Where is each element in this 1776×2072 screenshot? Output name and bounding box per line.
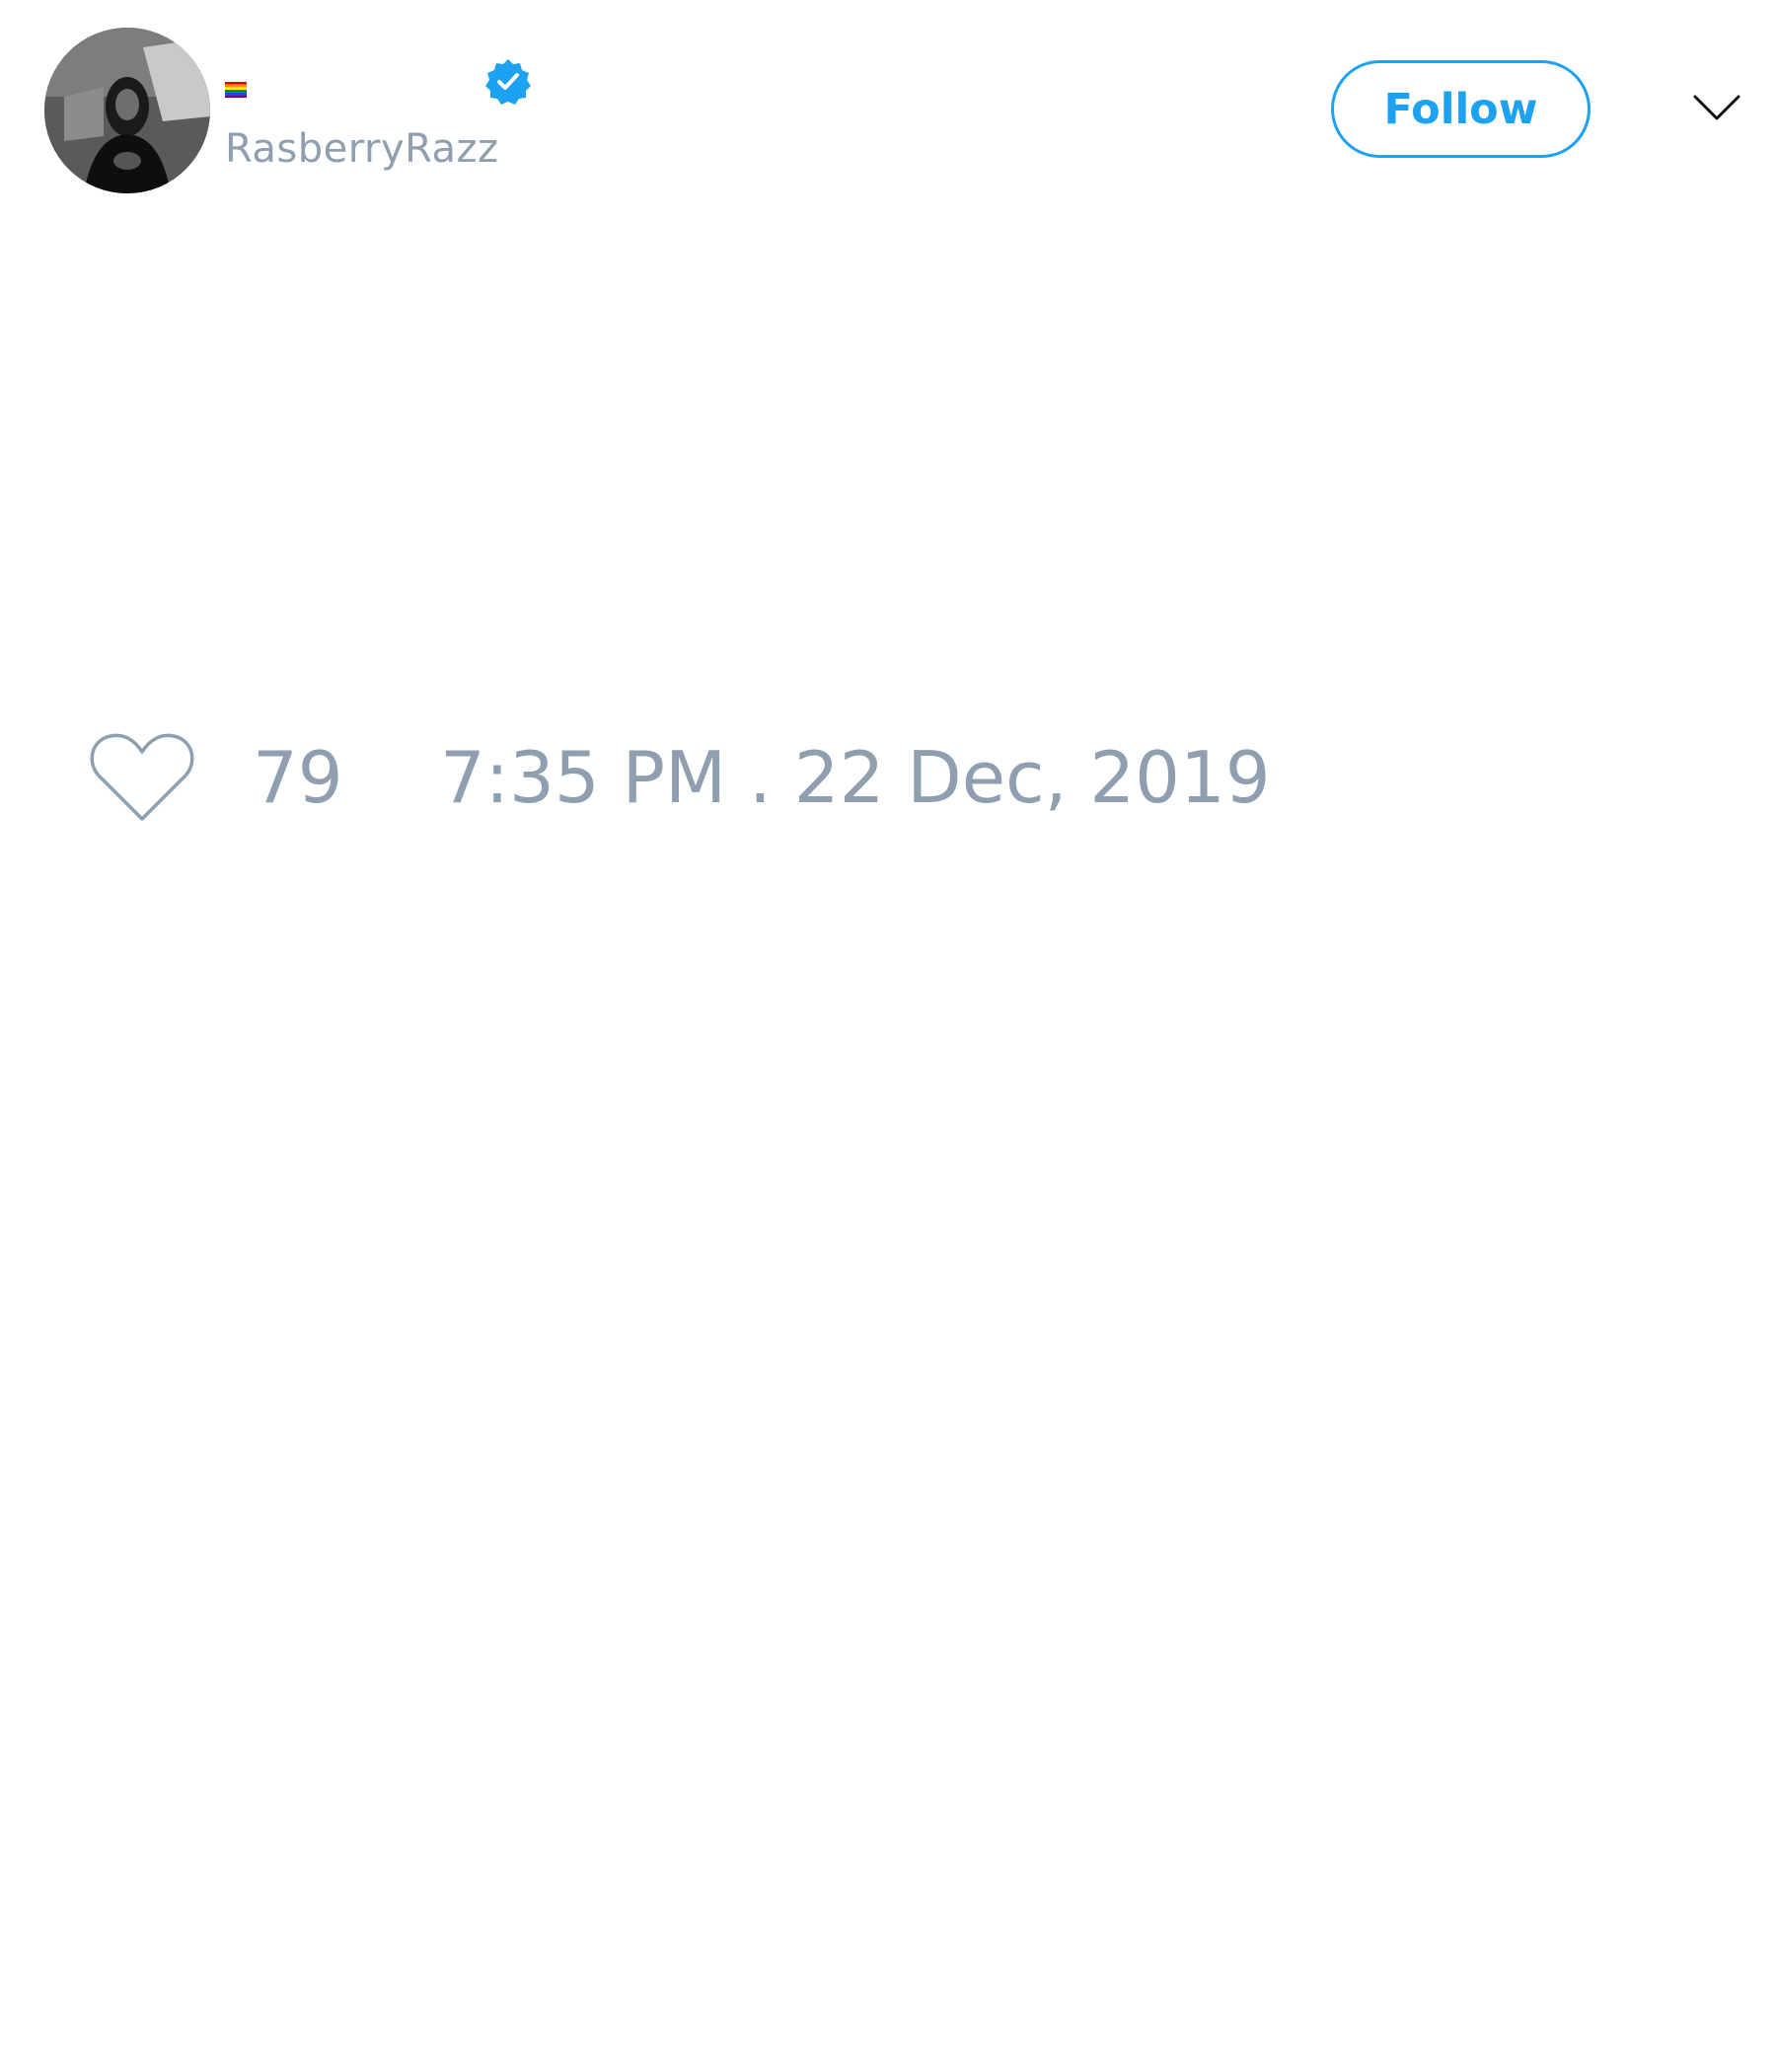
- tweet-header: RasberryRazz Follow: [0, 0, 1776, 217]
- avatar-photo: [44, 28, 210, 193]
- verified-badge-icon: [485, 59, 531, 105]
- user-handle[interactable]: RasberryRazz: [225, 126, 499, 172]
- display-name-row[interactable]: [225, 57, 560, 107]
- rainbow-flag-icon: [225, 82, 247, 98]
- tweet-footer: 79 7:35 PM . 22 Dec, 2019: [0, 720, 1776, 839]
- like-count: 79: [253, 736, 343, 819]
- tweet-timestamp[interactable]: 7:35 PM . 22 Dec, 2019: [440, 736, 1271, 819]
- heart-icon[interactable]: [89, 730, 195, 825]
- chevron-down-icon[interactable]: [1692, 91, 1741, 126]
- tweet-card: RasberryRazz Follow 79 7:35 PM . 22 Dec,…: [0, 0, 1776, 2072]
- avatar[interactable]: [44, 28, 210, 193]
- follow-button[interactable]: Follow: [1331, 60, 1591, 158]
